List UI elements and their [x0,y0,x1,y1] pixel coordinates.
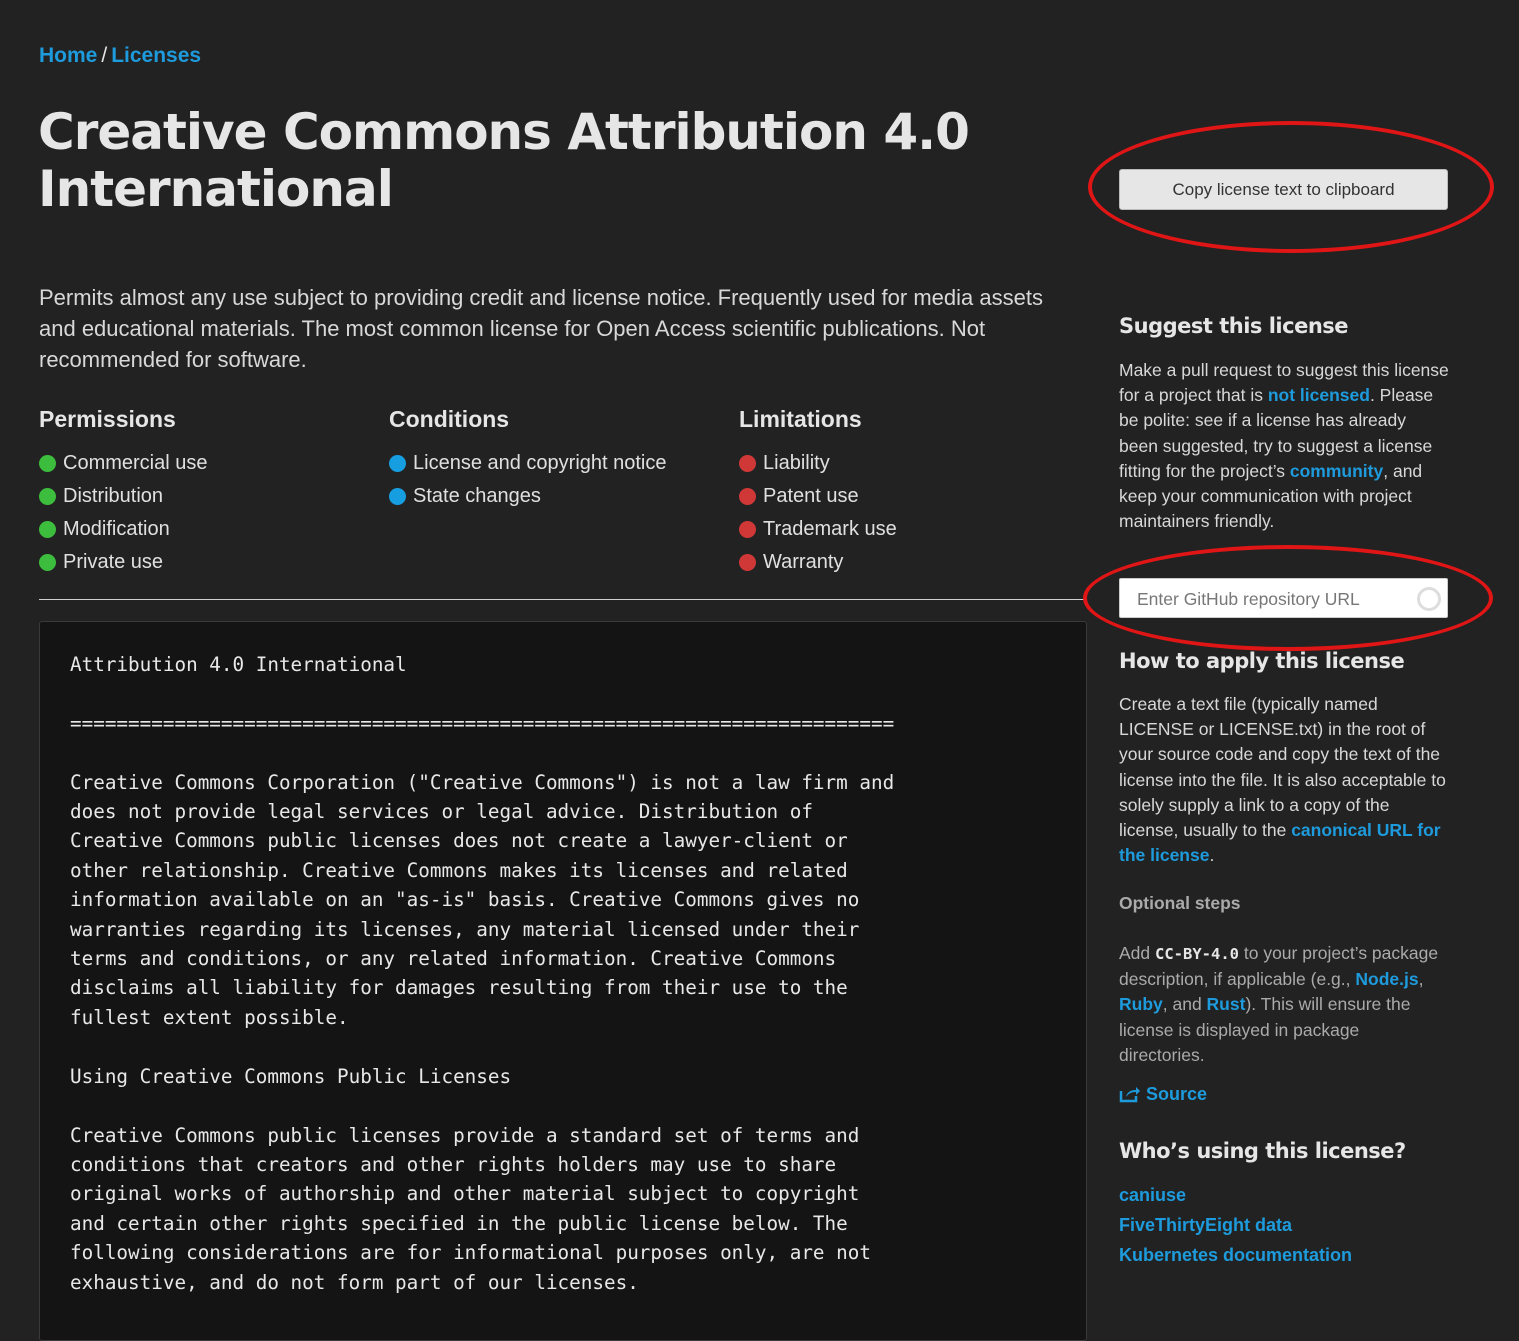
permission-item: Modification [39,513,379,546]
nodejs-link[interactable]: Node.js [1355,969,1418,989]
breadcrumb-home-link[interactable]: Home [39,44,97,67]
repository-url-field[interactable] [1119,578,1448,619]
rust-link[interactable]: Rust [1207,994,1246,1014]
not-licensed-link[interactable]: not licensed [1268,385,1370,405]
limitations-column: Limitations Liability Patent use Tradema… [739,406,1079,579]
repository-url-input[interactable] [1120,579,1419,619]
list-item: Kubernetes documentation [1119,1240,1352,1270]
green-dot-icon [39,521,56,538]
license-text-box[interactable]: Attribution 4.0 International ==========… [39,621,1087,1341]
red-dot-icon [739,488,756,505]
limitation-item: Trademark use [739,513,1079,546]
condition-item: State changes [389,480,729,513]
condition-label: License and copyright notice [413,452,667,474]
breadcrumb: Home / Licenses [39,44,201,68]
permission-label: Modification [63,518,170,540]
limitation-label: Trademark use [763,518,897,540]
limitation-label: Liability [763,452,830,474]
permissions-column: Permissions Commercial use Distribution … [39,406,379,579]
limitation-item: Patent use [739,480,1079,513]
source-link[interactable]: Source [1119,1084,1207,1105]
red-dot-icon [739,455,756,472]
users-list: caniuse FiveThirtyEight data Kubernetes … [1119,1180,1352,1270]
conditions-heading: Conditions [389,406,510,432]
conditions-list: License and copyright notice State chang… [389,447,729,513]
green-dot-icon [39,455,56,472]
condition-label: State changes [413,485,541,507]
green-dot-icon [39,554,56,571]
user-link-caniuse[interactable]: caniuse [1119,1185,1186,1205]
ruby-link[interactable]: Ruby [1119,994,1163,1014]
list-item: FiveThirtyEight data [1119,1210,1352,1240]
permissions-list: Commercial use Distribution Modification… [39,447,379,579]
limitation-item: Warranty [739,546,1079,579]
permission-label: Commercial use [63,452,208,474]
spdx-identifier: CC-BY-4.0 [1155,945,1239,963]
blue-dot-icon [389,488,406,505]
permission-item: Commercial use [39,447,379,480]
limitation-item: Liability [739,447,1079,480]
limitations-list: Liability Patent use Trademark use Warra… [739,447,1079,579]
suggest-heading: Suggest this license [1119,314,1349,338]
permission-item: Distribution [39,480,379,513]
optional-steps-heading: Optional steps [1119,893,1241,913]
condition-item: License and copyright notice [389,447,729,480]
share-icon [1119,1087,1140,1103]
permission-label: Distribution [63,485,164,507]
suggest-text: Make a pull request to suggest this lice… [1119,360,1449,532]
apply-text: Create a text file (typically named LICE… [1119,694,1446,866]
apply-heading: How to apply this license [1119,649,1405,673]
permissions-heading: Permissions [39,406,176,432]
loading-spinner-icon [1417,587,1441,611]
breadcrumb-separator: / [101,44,108,67]
license-text: Attribution 4.0 International ==========… [70,653,895,1294]
list-item: caniuse [1119,1180,1352,1210]
divider [39,599,1084,600]
user-link-fivethirtyeight[interactable]: FiveThirtyEight data [1119,1215,1292,1235]
user-link-kubernetes[interactable]: Kubernetes documentation [1119,1245,1352,1265]
breadcrumb-licenses-link[interactable]: Licenses [111,44,201,67]
community-link[interactable]: community [1290,461,1383,481]
blue-dot-icon [389,455,406,472]
source-link-label: Source [1146,1084,1208,1104]
license-summary: Permits almost any use subject to provid… [39,285,1043,372]
copy-license-button[interactable]: Copy license text to clipboard [1119,169,1448,210]
page-title: Creative Commons Attribution 4.0 Interna… [38,103,970,218]
permission-label: Private use [63,551,164,573]
users-heading: Who’s using this license? [1119,1139,1406,1163]
limitation-label: Patent use [763,485,859,507]
permission-item: Private use [39,546,379,579]
red-dot-icon [739,554,756,571]
green-dot-icon [39,488,56,505]
limitation-label: Warranty [763,551,844,573]
conditions-column: Conditions License and copyright notice … [389,406,729,513]
red-dot-icon [739,521,756,538]
limitations-heading: Limitations [739,406,862,432]
optional-steps-text: Add CC-BY-4.0 to your project’s package … [1119,943,1439,1065]
